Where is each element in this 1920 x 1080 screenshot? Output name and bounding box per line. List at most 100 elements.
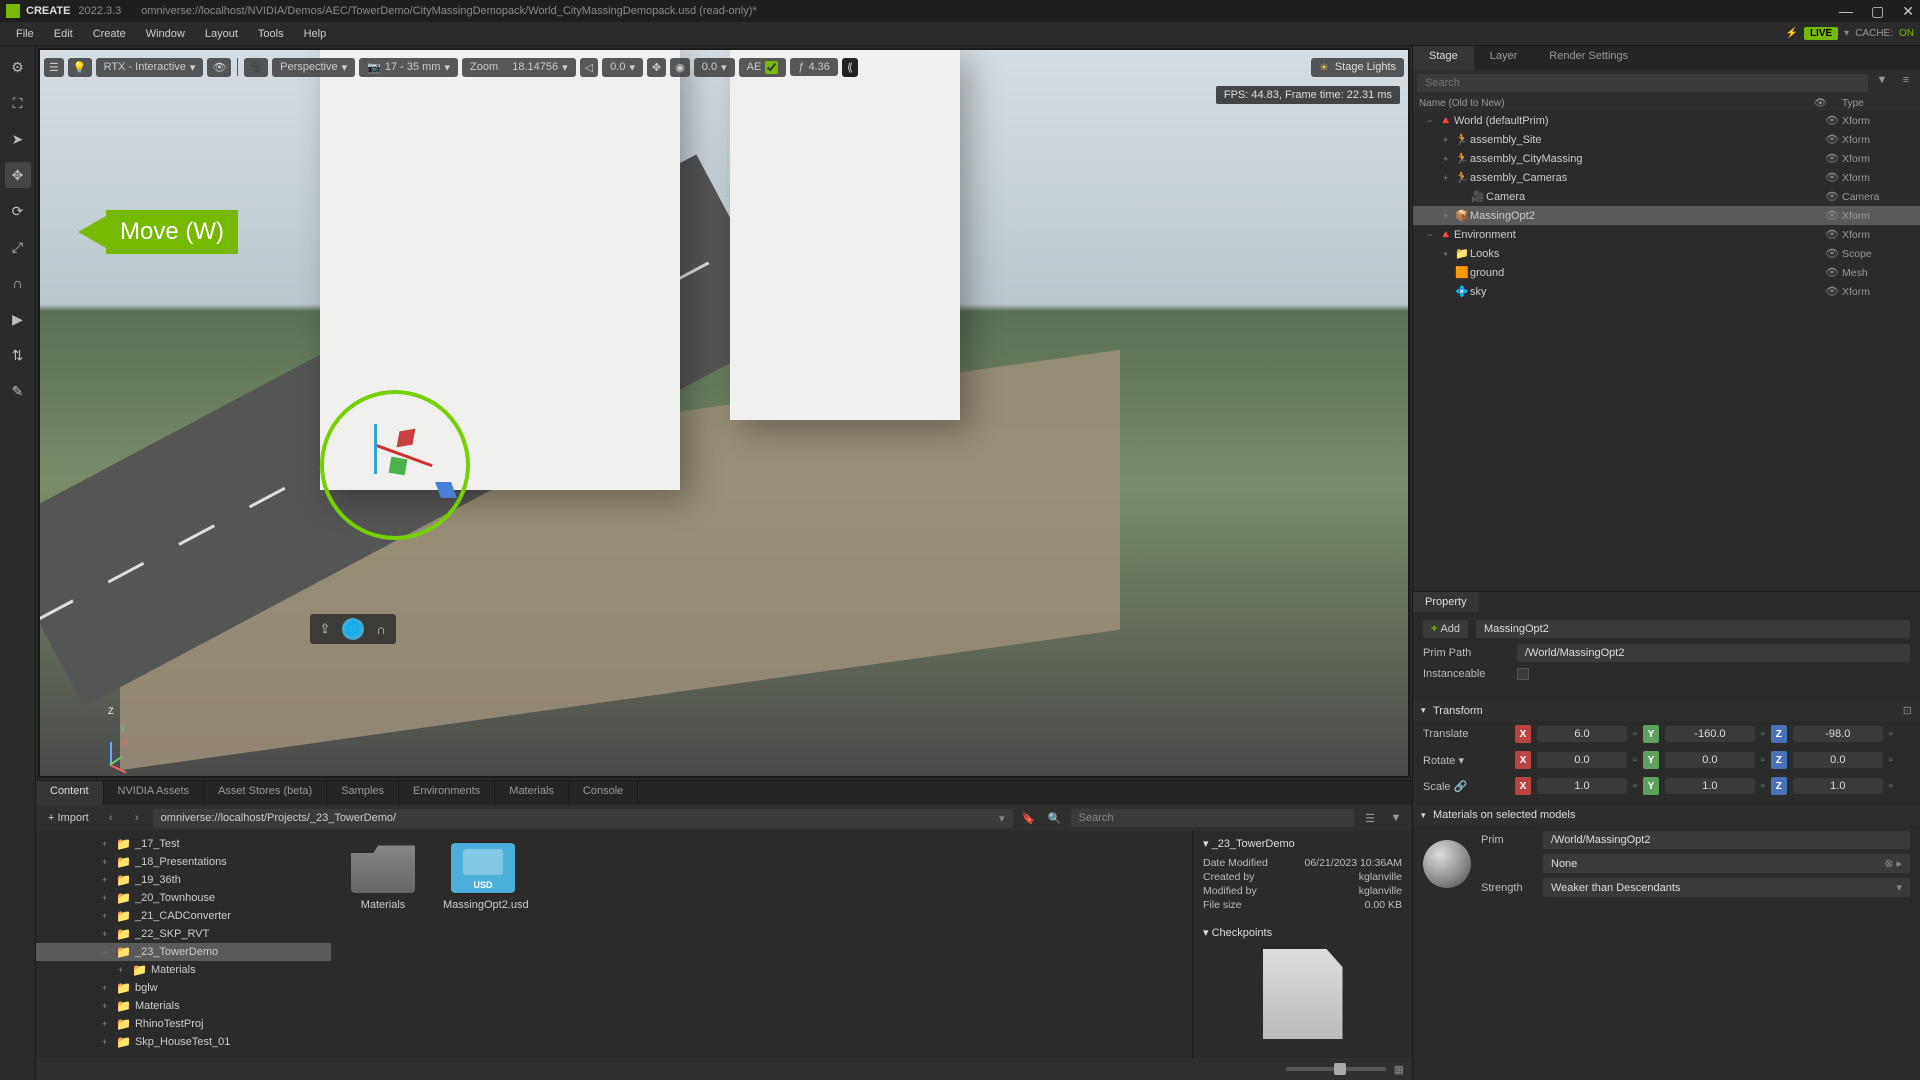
rotate-label[interactable]: Rotate ▾ <box>1423 754 1509 767</box>
scale-z[interactable]: 1.0 <box>1793 778 1883 794</box>
tree-item[interactable]: +📁Skp_HouseTest_01 <box>36 1033 331 1051</box>
viewport-light-icon[interactable]: 💡 <box>68 58 92 77</box>
translate-z[interactable]: -98.0 <box>1793 726 1883 742</box>
rotate-tool-icon[interactable]: ⟳ <box>5 198 31 224</box>
search-icon[interactable]: 🔍 <box>1045 812 1065 825</box>
rotate-x[interactable]: 0.0 <box>1537 752 1627 768</box>
prim-path-field[interactable]: /World/MassingOpt2 <box>1517 644 1910 662</box>
tree-item[interactable]: +📁Materials <box>36 961 331 979</box>
cache-state[interactable]: ON <box>1899 28 1914 39</box>
tree-item[interactable]: +📁_22_SKP_RVT <box>36 925 331 943</box>
bookmark-icon[interactable]: 🔖 <box>1019 812 1039 825</box>
stage-row[interactable]: 🎥Camera👁Camera <box>1413 187 1920 206</box>
scale-y[interactable]: 1.0 <box>1665 778 1755 794</box>
nav-back-icon[interactable]: ‹ <box>101 812 121 824</box>
materials-section[interactable]: ▾Materials on selected models <box>1413 805 1920 825</box>
tree-item[interactable]: +📁RhinoTestProj <box>36 1015 331 1033</box>
stage-tree[interactable]: −🔺World (defaultPrim)👁Xform+🏃assembly_Si… <box>1413 111 1920 591</box>
content-search[interactable]: Search <box>1071 809 1354 827</box>
content-path[interactable]: omniverse://localhost/Projects/_23_Tower… <box>153 809 1013 828</box>
tree-item[interactable]: +📁bglw <box>36 979 331 997</box>
transform-section[interactable]: ▾Transform ⊡ <box>1413 700 1920 721</box>
link-icon[interactable]: ▫ <box>1633 728 1637 740</box>
tree-item[interactable]: +📁_19_36th <box>36 871 331 889</box>
camera-icon[interactable]: 🎥 <box>244 58 268 77</box>
local-space-icon[interactable]: ⇪ <box>314 618 336 640</box>
stage-row[interactable]: 💠sky👁Xform <box>1413 282 1920 301</box>
translate-y[interactable]: -160.0 <box>1665 726 1755 742</box>
play-tool-icon[interactable]: ▶ <box>5 306 31 332</box>
viewport[interactable]: ☰ 💡 RTX - Interactive ▾ 👁 🎥 Perspective … <box>38 48 1410 778</box>
tree-item[interactable]: +📁Materials <box>36 997 331 1015</box>
vt-focus-icon[interactable]: ✥ <box>647 58 666 77</box>
tree-item[interactable]: −📁_23_TowerDemo <box>36 943 331 961</box>
import-button[interactable]: + Import <box>42 810 95 826</box>
checkpoints-header[interactable]: ▾ Checkpoints <box>1203 926 1402 939</box>
menu-edit[interactable]: Edit <box>44 25 83 43</box>
collapse-toolbar-icon[interactable]: ⟪ <box>842 58 858 77</box>
menu-help[interactable]: Help <box>294 25 337 43</box>
render-mode-dropdown[interactable]: RTX - Interactive ▾ <box>96 58 204 77</box>
live-badge[interactable]: LIVE <box>1804 27 1838 40</box>
asset-folder-materials[interactable]: Materials <box>343 843 423 912</box>
minimize-icon[interactable]: — <box>1839 3 1853 20</box>
transform-reset-icon[interactable]: ⊡ <box>1903 704 1912 717</box>
tab-asset-stores[interactable]: Asset Stores (beta) <box>204 781 327 805</box>
folder-tree[interactable]: +📁_17_Test+📁_18_Presentations+📁_19_36th+… <box>36 831 331 1058</box>
stage-row[interactable]: −🔺World (defaultPrim)👁Xform <box>1413 111 1920 130</box>
scale-tool-icon[interactable]: ⤢ <box>5 234 31 260</box>
menu-window[interactable]: Window <box>136 25 195 43</box>
add-button[interactable]: +Add <box>1423 620 1468 638</box>
rotate-z[interactable]: 0.0 <box>1793 752 1883 768</box>
stage-row[interactable]: +📁Looks👁Scope <box>1413 244 1920 263</box>
world-space-icon[interactable]: 🌐 <box>342 618 364 640</box>
stage-row[interactable]: +📦MassingOpt2👁Xform <box>1413 206 1920 225</box>
grid-view-icon[interactable]: ▦ <box>1394 1063 1404 1076</box>
stage-row[interactable]: 🟧ground👁Mesh <box>1413 263 1920 282</box>
lens-dropdown[interactable]: 📷 17 - 35 mm ▾ <box>359 58 458 77</box>
tab-console[interactable]: Console <box>569 781 638 805</box>
viewport-settings-icon[interactable]: ☰ <box>44 58 64 77</box>
select-tool-icon[interactable]: ➤ <box>5 126 31 152</box>
nav-fwd-icon[interactable]: › <box>127 812 147 824</box>
ae-toggle[interactable]: AE <box>739 58 787 77</box>
menu-create[interactable]: Create <box>83 25 136 43</box>
vt-val2[interactable]: 0.0 ▾ <box>694 58 735 77</box>
stage-row[interactable]: +🏃assembly_Cameras👁Xform <box>1413 168 1920 187</box>
tab-property[interactable]: Property <box>1413 592 1479 612</box>
vt-aperture-icon[interactable]: ◉ <box>670 58 690 77</box>
tab-render-settings[interactable]: Render Settings <box>1533 46 1644 70</box>
stage-search-input[interactable] <box>1417 74 1868 92</box>
mat-none-field[interactable]: None⊗ ▸ <box>1543 854 1910 873</box>
menu-layout[interactable]: Layout <box>195 25 248 43</box>
tab-environments[interactable]: Environments <box>399 781 495 805</box>
mat-strength-dropdown[interactable]: Weaker than Descendants▾ <box>1543 878 1910 897</box>
frame-select-icon[interactable]: ⛶ <box>5 90 31 116</box>
stage-lights-toggle[interactable]: ☀ Stage Lights <box>1311 58 1404 77</box>
zoom-field[interactable]: Zoom 18.14756 ▾ <box>462 58 576 77</box>
tree-item[interactable]: +📁_18_Presentations <box>36 853 331 871</box>
viewport-eye-icon[interactable]: 👁 <box>207 58 231 77</box>
prim-name-field[interactable]: MassingOpt2 <box>1476 620 1910 638</box>
snap-tool-icon[interactable]: ∩ <box>5 270 31 296</box>
material-preview-icon[interactable] <box>1423 840 1471 888</box>
settings-tool-icon[interactable]: ⚙ <box>5 54 31 80</box>
menu-tools[interactable]: Tools <box>248 25 294 43</box>
stage-row[interactable]: +🏃assembly_Site👁Xform <box>1413 130 1920 149</box>
rotate-y[interactable]: 0.0 <box>1665 752 1755 768</box>
tab-samples[interactable]: Samples <box>327 781 399 805</box>
menu-file[interactable]: File <box>6 25 44 43</box>
filter-icon[interactable]: ▼ <box>1386 812 1406 824</box>
close-icon[interactable]: ✕ <box>1902 3 1914 20</box>
list-view-icon[interactable]: ☰ <box>1360 812 1380 825</box>
scale-x[interactable]: 1.0 <box>1537 778 1627 794</box>
asset-usd-massingopt2[interactable]: USD MassingOpt2.usd <box>443 843 523 912</box>
mat-prim-field[interactable]: /World/MassingOpt2 <box>1543 831 1910 849</box>
stage-filter-icon[interactable]: ▼ <box>1872 74 1892 92</box>
snap-toggle-icon[interactable]: ∩ <box>370 618 392 640</box>
tab-materials[interactable]: Materials <box>495 781 569 805</box>
move-tool-icon[interactable]: ✥ <box>5 162 31 188</box>
tree-item[interactable]: +📁_20_Townhouse <box>36 889 331 907</box>
tab-stage[interactable]: Stage <box>1413 46 1474 70</box>
stage-header[interactable]: Name (Old to New) 👁 Type <box>1413 96 1920 111</box>
